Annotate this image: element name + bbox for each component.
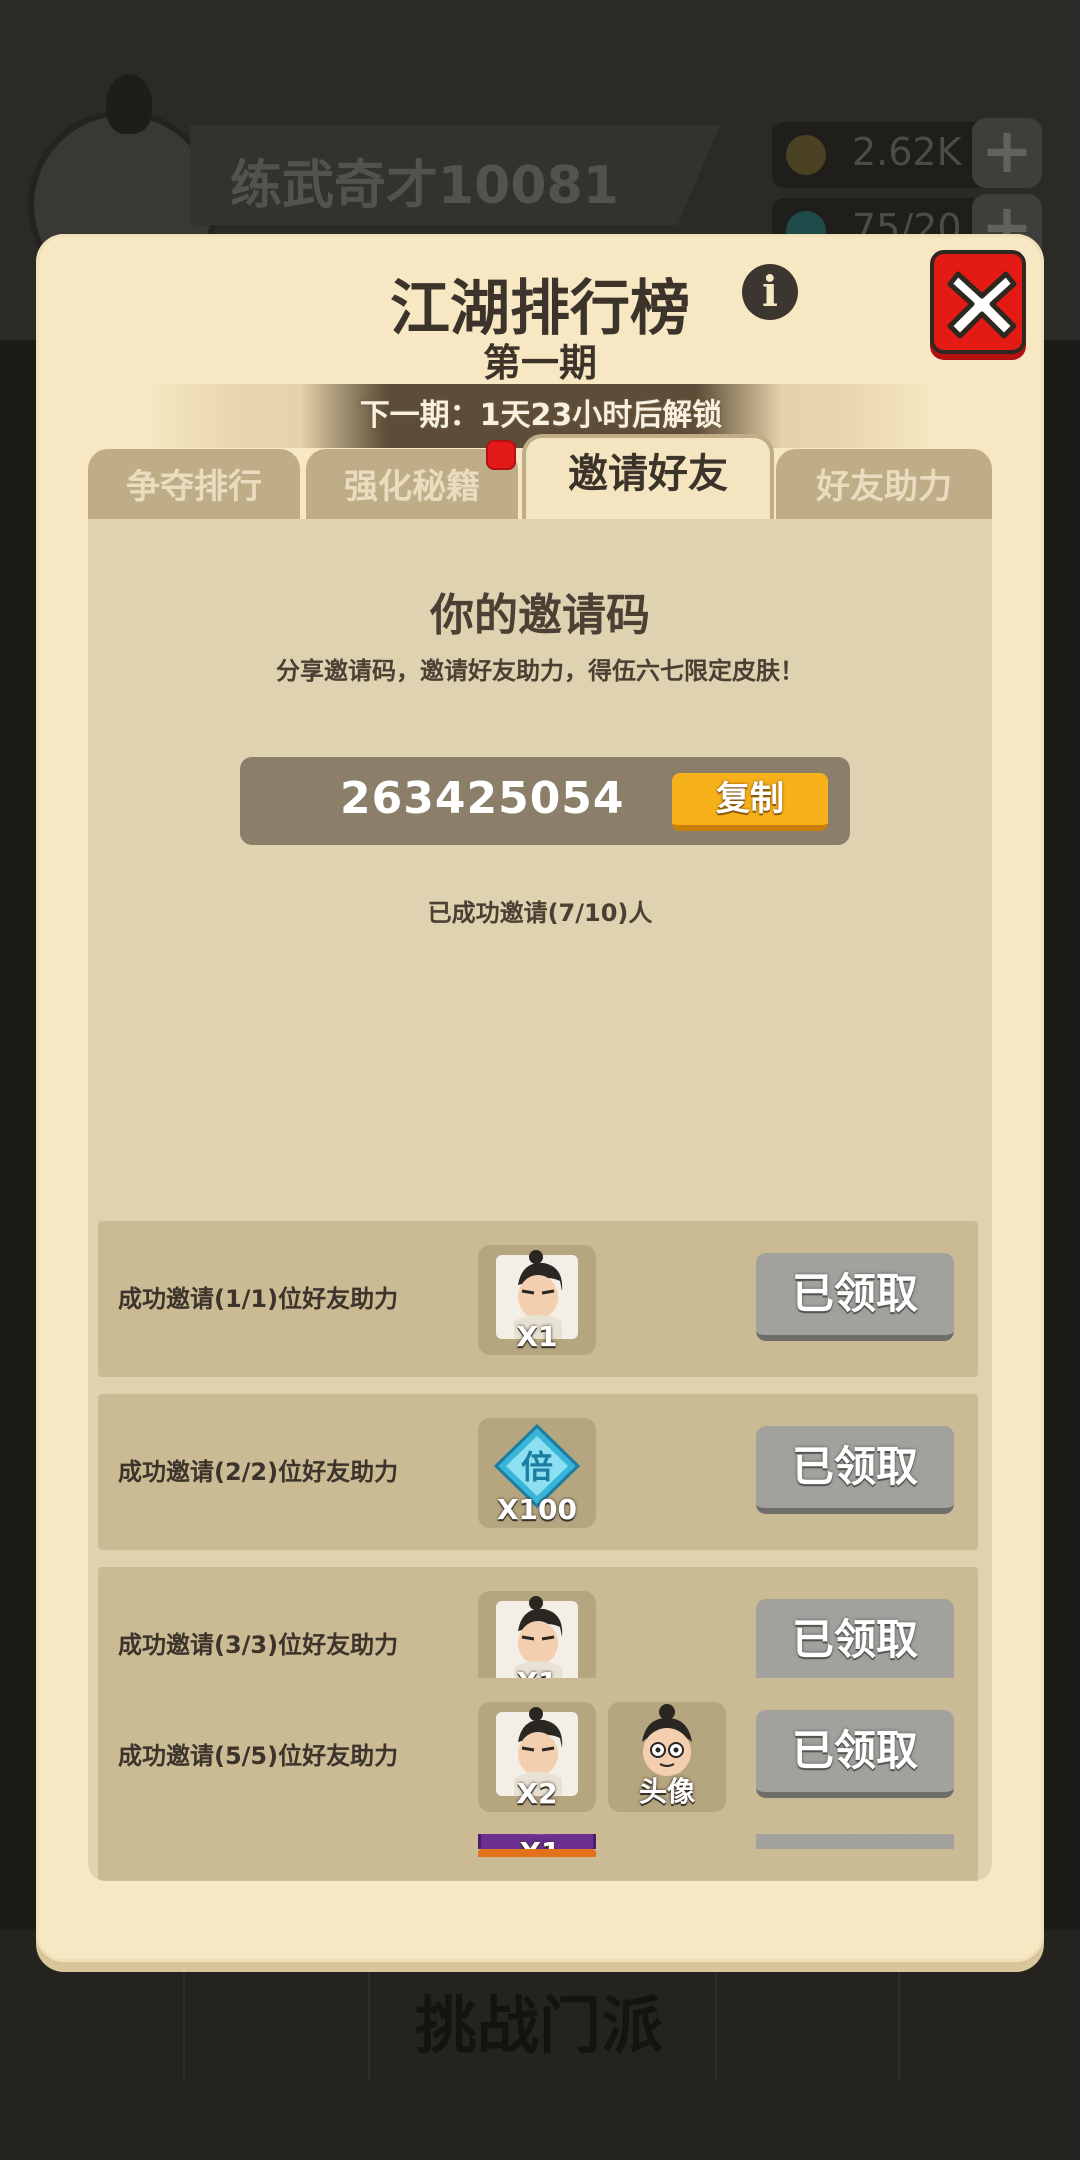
item-quantity: X1: [516, 1320, 558, 1353]
reward-row: 成功邀请(5/5)位好友助力 X2 头像 已领取: [98, 1678, 978, 1834]
item-quantity: X100: [496, 1493, 578, 1526]
character-portrait-item[interactable]: X2: [478, 1702, 596, 1812]
reward-label: 成功邀请(5/5)位好友助力: [118, 1742, 399, 1770]
character-portrait-item[interactable]: X1: [478, 1245, 596, 1355]
reward-label: 成功邀请(1/1)位好友助力: [118, 1285, 399, 1313]
coin-icon: [786, 135, 826, 175]
invite-code: 263425054: [340, 773, 625, 824]
tab-invite-friends[interactable]: 邀请好友: [522, 434, 774, 519]
add-coin-button: +: [972, 118, 1042, 188]
bottom-nav: 挑战门派: [0, 1930, 1080, 2160]
reward-row: 成功邀请(2/2)位好友助力 倍 X100 已领取: [98, 1394, 978, 1550]
notification-badge: [486, 440, 516, 470]
claimed-button[interactable]: 已领取: [756, 1426, 954, 1514]
claimed-button[interactable]: 已领取: [756, 1253, 954, 1341]
copy-button[interactable]: 复制: [672, 773, 828, 831]
svg-text:倍: 倍: [521, 1448, 553, 1486]
item-quantity: 头像: [638, 1775, 695, 1808]
tab-friend-assist[interactable]: 好友助力: [776, 449, 992, 519]
avatar-frame-item[interactable]: 头像: [608, 1702, 726, 1812]
invite-code-title: 你的邀请码: [430, 590, 650, 641]
player-name: 练武奇才10081: [230, 156, 619, 216]
info-icon[interactable]: i: [742, 264, 798, 320]
item-quantity: X2: [516, 1777, 558, 1810]
close-button[interactable]: [930, 250, 1026, 354]
tab-ranking[interactable]: 争夺排行: [88, 449, 300, 519]
reward-row: 成功邀请(1/1)位好友助力 X1 已领取: [98, 1221, 978, 1377]
invite-code-box: 263425054 复制: [240, 757, 850, 845]
claimed-button[interactable]: 已领取: [756, 1599, 954, 1687]
multiplier-gem-item[interactable]: 倍 X100: [478, 1418, 596, 1528]
item-quantity: X1: [519, 1836, 561, 1869]
reward-label: 成功邀请(2/2)位好友助力: [118, 1458, 399, 1486]
modal-subtitle: 第一期: [482, 341, 597, 385]
invite-panel: 你的邀请码 分享邀请码，邀请好友助力，得伍六七限定皮肤！ 263425054 复…: [88, 519, 992, 1881]
player-name-banner: 练武奇才10081: [190, 125, 720, 225]
claimed-button[interactable]: 已领取: [756, 1710, 954, 1798]
coin-resource: 2.62K +: [772, 118, 1042, 188]
nav-challenge-label: 挑战门派: [415, 1989, 664, 2062]
close-icon: [947, 271, 1017, 339]
coin-value: 2.62K: [852, 130, 962, 174]
invite-progress: 已成功邀请(7/10)人: [427, 899, 653, 927]
invite-description: 分享邀请码，邀请好友助力，得伍六七限定皮肤！: [276, 657, 804, 685]
